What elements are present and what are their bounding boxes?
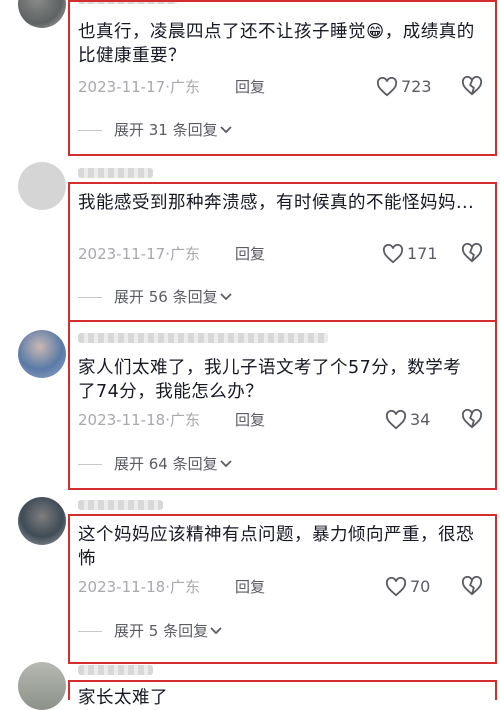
comment-date: 2023-11-17: [78, 78, 166, 96]
comment-location: 广东: [169, 578, 200, 596]
like-count: 723: [401, 77, 432, 96]
dislike-heart-icon[interactable]: [461, 243, 483, 263]
reply-button[interactable]: 回复: [235, 576, 265, 598]
comment-text: 我能感受到那种奔溃感，有时候真的不能怪妈妈...: [78, 193, 475, 213]
expand-replies-button[interactable]: 展开 5 条回复: [78, 620, 222, 642]
expand-replies-label: 展开 56 条回复: [114, 288, 218, 306]
comment-text: 家人们太难了，我儿子语文考了个57分，数学考了74分，我能怎么办？: [78, 358, 462, 402]
comment-meta: 2023-11-17·广东 回复 723: [78, 76, 488, 98]
dislike-heart-icon[interactable]: [461, 576, 483, 596]
chevron-down-icon: [219, 460, 232, 468]
avatar[interactable]: [18, 330, 66, 378]
expand-replies-label: 展开 64 条回复: [114, 455, 218, 473]
username-blurred: [78, 168, 153, 178]
like-button[interactable]: 723: [376, 76, 432, 98]
username-blurred: [78, 665, 153, 675]
comment-meta: 2023-11-18·广东 回复 70: [78, 576, 488, 598]
chevron-down-icon: [210, 627, 222, 635]
reply-button[interactable]: 回复: [235, 76, 265, 98]
chevron-down-icon: [219, 126, 232, 134]
comment-text: 家长太难了: [78, 688, 168, 708]
comment-location: 广东: [169, 411, 200, 429]
expand-replies-button[interactable]: 展开 64 条回复: [78, 453, 232, 475]
comment-meta: 2023-11-17·广东 回复 171: [78, 243, 488, 265]
username-blurred: [78, 500, 163, 510]
comment-date: 2023-11-18: [78, 578, 166, 596]
avatar[interactable]: [18, 497, 66, 545]
dislike-heart-icon[interactable]: [461, 409, 483, 429]
like-button[interactable]: 70: [385, 576, 430, 598]
expand-replies-button[interactable]: 展开 56 条回复: [78, 286, 232, 308]
comment-meta: 2023-11-18·广东 回复 34: [78, 409, 488, 431]
heart-outline-icon: [385, 410, 407, 430]
expand-replies-button[interactable]: 展开 31 条回复: [78, 119, 232, 141]
avatar[interactable]: [18, 662, 66, 710]
comment-date: 2023-11-17: [78, 245, 166, 263]
comment-location: 广东: [169, 245, 200, 263]
comment-text: 也真行，凌晨四点了还不让孩子睡觉😁，成绩真的比健康重要？: [78, 22, 475, 66]
heart-outline-icon: [382, 244, 404, 264]
avatar[interactable]: [18, 0, 66, 28]
like-button[interactable]: 171: [382, 243, 438, 265]
like-count: 34: [410, 410, 431, 429]
expand-replies-label: 展开 31 条回复: [114, 121, 218, 139]
chevron-down-icon: [219, 293, 232, 301]
reply-button[interactable]: 回复: [235, 243, 265, 265]
heart-outline-icon: [385, 577, 407, 597]
dislike-heart-icon[interactable]: [461, 76, 483, 96]
comment-location: 广东: [169, 78, 200, 96]
expand-replies-label: 展开 5 条回复: [114, 622, 209, 640]
comment-text: 这个妈妈应该精神有点问题，暴力倾向严重，很恐怖: [78, 525, 474, 569]
like-count: 70: [410, 577, 431, 596]
reply-button[interactable]: 回复: [235, 409, 265, 431]
comment-date: 2023-11-18: [78, 411, 166, 429]
heart-outline-icon: [376, 77, 398, 97]
like-button[interactable]: 34: [385, 409, 430, 431]
like-count: 171: [407, 244, 438, 263]
avatar[interactable]: [18, 162, 66, 210]
